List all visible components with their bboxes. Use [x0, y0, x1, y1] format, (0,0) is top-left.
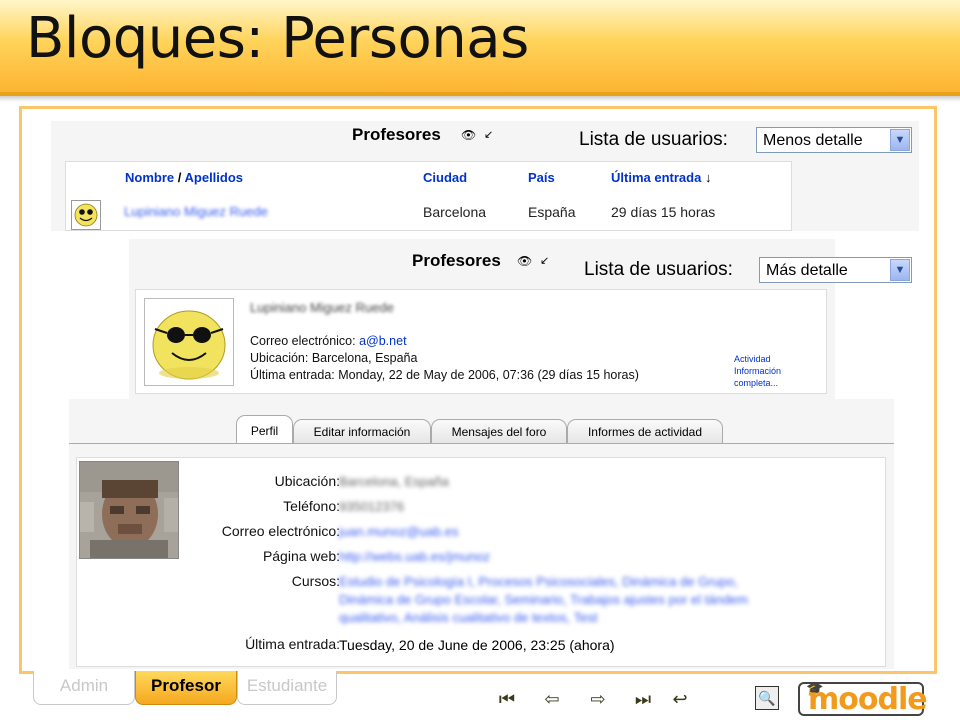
panel-profile: Perfil Editar información Mensajes del f… — [69, 399, 894, 669]
select-value: Más detalle — [766, 262, 848, 279]
full-info-link[interactable]: Información — [734, 366, 781, 376]
label-telefono: Teléfono: — [283, 498, 340, 514]
profile-photo — [79, 461, 179, 559]
logo-text: moodle — [808, 682, 928, 717]
block-title: Profesores — [352, 125, 441, 144]
title-banner: Bloques: Personas — [0, 0, 960, 96]
move-icon[interactable]: ↙ — [484, 128, 493, 141]
moodle-logo: 🎓 moodle — [798, 680, 928, 717]
label-web: Página web: — [262, 548, 340, 564]
header-separator: / — [177, 170, 182, 185]
block-title: Profesores — [412, 251, 501, 270]
first-slide-button[interactable]: ⏮ — [495, 687, 519, 711]
panel-more-detail: Profesores 👁 ↙ Lista de usuarios: Más de… — [129, 239, 912, 399]
content-frame: Profesores 👁 ↙ Lista de usuarios: Menos … — [19, 106, 937, 674]
detail-select[interactable]: Menos detalle ▼ — [756, 127, 912, 153]
label-cursos: Cursos: — [291, 573, 340, 589]
user-list-label: Lista de usuarios: — [584, 259, 733, 280]
profile-details: Ubicación: Barcelona, España Teléfono: 9… — [76, 457, 886, 667]
cell-city: Barcelona — [423, 204, 487, 220]
cell-last-access: 29 días 15 horas — [611, 204, 716, 220]
search-icon[interactable]: 🔍 — [755, 686, 779, 710]
slide-title: Bloques: Personas — [26, 6, 529, 71]
label-correo: Correo electrónico: — [221, 523, 340, 539]
value-telefono: 935012376 — [339, 499, 405, 514]
sort-down-icon: ↓ — [704, 170, 712, 185]
value-ultima-entrada: Tuesday, 20 de June de 2006, 23:25 (ahor… — [339, 637, 615, 653]
last-access-line: Última entrada: Monday, 22 de May de 200… — [250, 368, 639, 382]
tab-perfil[interactable]: Perfil — [236, 415, 293, 443]
move-icon[interactable]: ↙ — [540, 254, 549, 267]
sort-nombre[interactable]: Nombre — [125, 170, 174, 185]
user-name-link[interactable]: Lupiniano Miguez Ruede — [124, 204, 268, 219]
full-info-link-more[interactable]: completa... — [734, 378, 778, 388]
location-line: Ubicación: Barcelona, España — [250, 351, 418, 365]
tab-informes-actividad[interactable]: Informes de actividad — [567, 419, 723, 443]
panel-less-detail: Profesores 👁 ↙ Lista de usuarios: Menos … — [51, 121, 919, 231]
tab-mensajes-foro[interactable]: Mensajes del foro — [431, 419, 567, 443]
column-header-city[interactable]: Ciudad — [423, 170, 467, 185]
chevron-down-icon[interactable]: ▼ — [890, 129, 910, 151]
previous-slide-button[interactable]: ⇦ — [540, 687, 564, 711]
activity-link[interactable]: Actividad — [734, 354, 771, 364]
user-fullname: Lupiniano Miguez Ruede — [250, 300, 394, 315]
banner-shadow — [0, 96, 960, 102]
detail-select[interactable]: Más detalle ▼ — [759, 257, 912, 283]
email-label: Correo electrónico: — [250, 334, 356, 348]
role-tab-profesor[interactable]: Profesor — [135, 671, 237, 705]
email-link[interactable]: a@b.net — [359, 334, 406, 348]
next-slide-button[interactable]: ⇨ — [586, 687, 610, 711]
label-ultima-entrada: Última entrada: — [245, 636, 340, 652]
avatar[interactable] — [144, 298, 234, 386]
value-web[interactable]: http://webs.uab.es/jmunoz — [339, 549, 490, 564]
tab-editar-informacion[interactable]: Editar información — [293, 419, 431, 443]
value-cursos-line-1[interactable]: Estudio de Psicología I, Procesos Psicos… — [339, 574, 738, 589]
last-access-label[interactable]: Última entrada — [611, 170, 701, 185]
avatar[interactable] — [71, 200, 101, 230]
column-header-country[interactable]: País — [528, 170, 555, 185]
value-cursos-line-3[interactable]: qualitativo, Análisis cualitativo de tex… — [339, 610, 597, 625]
sort-apellidos[interactable]: Apellidos — [185, 170, 244, 185]
eye-icon[interactable]: 👁 — [461, 128, 476, 142]
return-button[interactable]: ↩ — [668, 687, 692, 711]
column-header-name[interactable]: Nombre / Apellidos — [125, 170, 243, 185]
role-tab-estudiante[interactable]: Estudiante — [237, 671, 337, 705]
value-cursos-line-2[interactable]: Dinámica de Grupo Escolar, Seminario, Tr… — [339, 592, 748, 607]
last-slide-button[interactable]: ⏭ — [631, 687, 655, 711]
user-detail-card: Lupiniano Miguez Ruede Correo electrónic… — [135, 289, 827, 394]
user-list-label: Lista de usuarios: — [579, 129, 728, 150]
column-header-last-access[interactable]: Última entrada ↓ — [611, 170, 711, 185]
email-line: Correo electrónico: a@b.net — [250, 334, 407, 348]
value-ubicacion: Barcelona, España — [339, 474, 449, 489]
eye-icon[interactable]: 👁 — [517, 254, 532, 268]
role-tab-admin[interactable]: Admin — [33, 671, 135, 705]
chevron-down-icon[interactable]: ▼ — [890, 259, 910, 281]
participants-table: Nombre / Apellidos Ciudad País Última en… — [65, 161, 792, 231]
value-correo[interactable]: juan.munoz@uab.es — [339, 524, 458, 539]
select-value: Menos detalle — [763, 132, 863, 149]
tab-divider — [69, 443, 894, 444]
label-ubicacion: Ubicación: — [274, 473, 340, 489]
cell-country: España — [528, 204, 576, 220]
